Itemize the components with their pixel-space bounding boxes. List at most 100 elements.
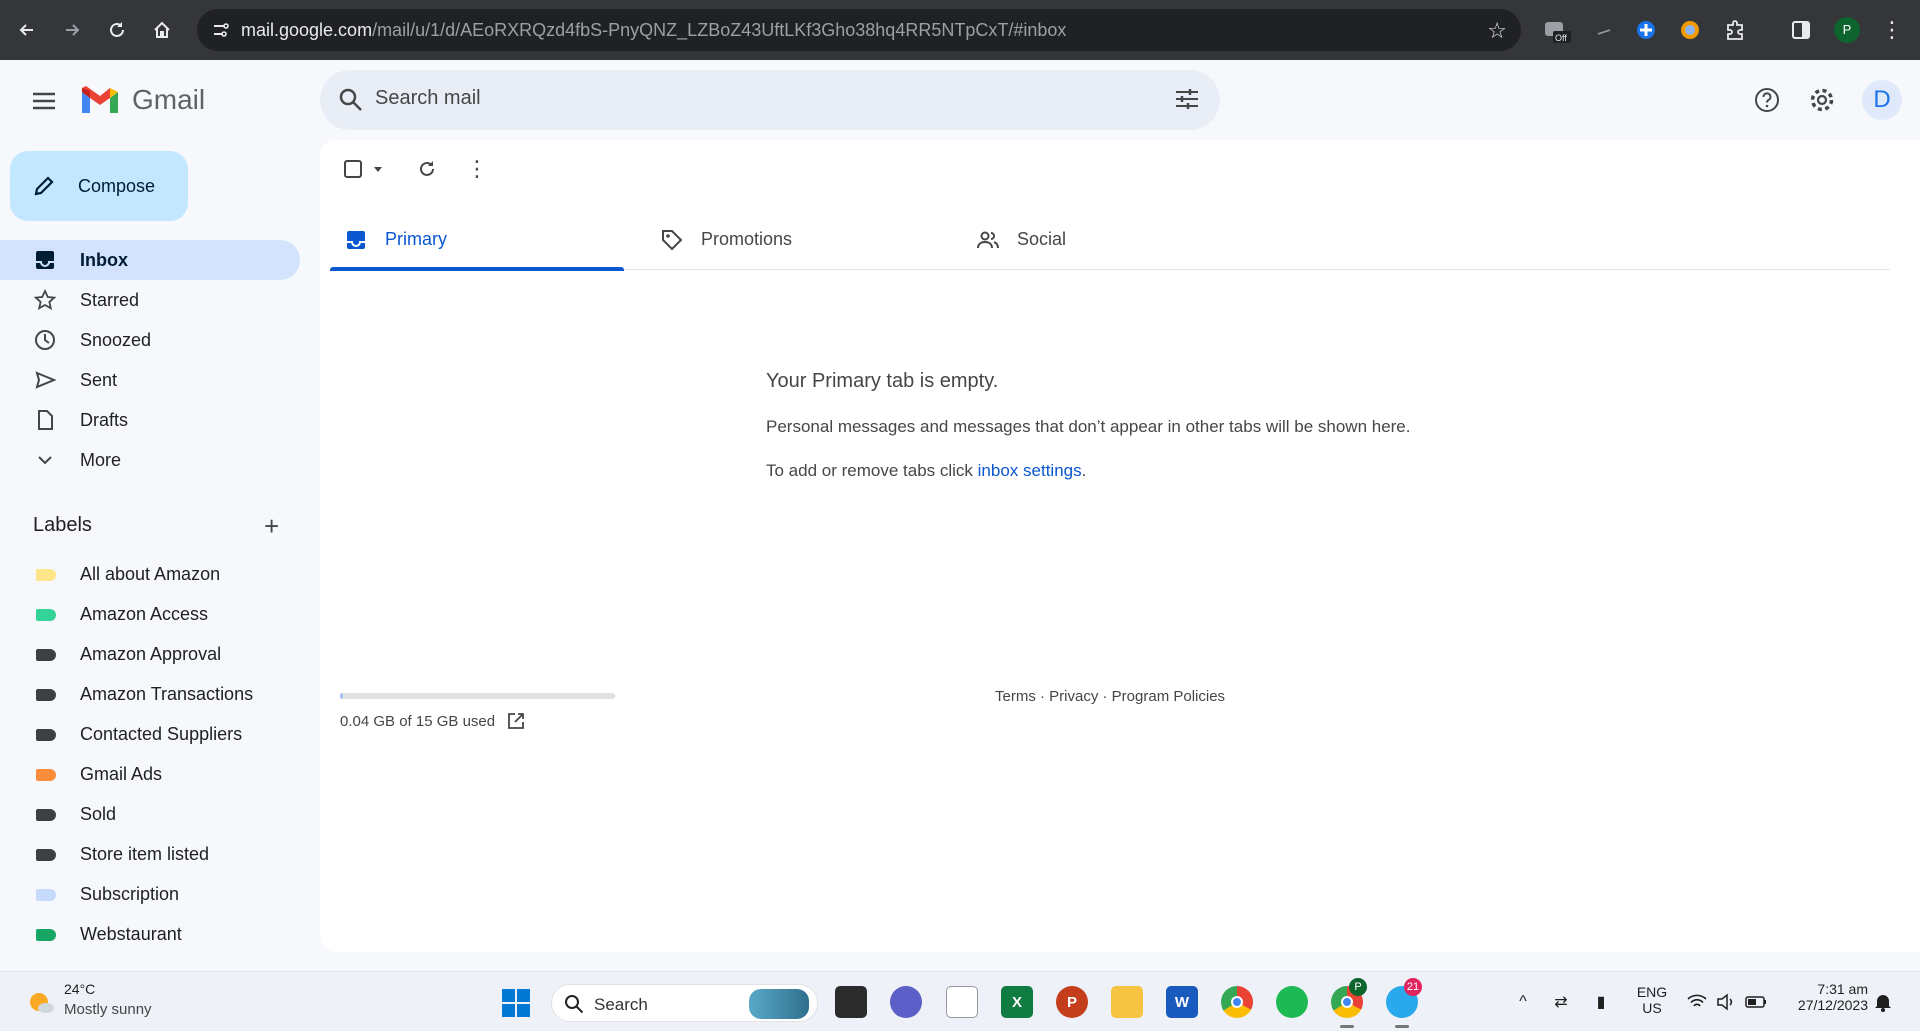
label-item[interactable]: Amazon Transactions: [0, 675, 300, 715]
teams-chat-icon[interactable]: [890, 986, 922, 1018]
url-text: mail.google.com/mail/u/1/d/AEoRXRQzd4fbS…: [241, 20, 1067, 40]
file-explorer-icon[interactable]: [1111, 986, 1143, 1018]
label-item[interactable]: Store item listed: [0, 835, 300, 875]
label-item[interactable]: All about Amazon: [0, 555, 300, 595]
label-item[interactable]: Webstaurant: [0, 915, 300, 955]
task-view-icon[interactable]: [835, 986, 867, 1018]
excel-icon[interactable]: X: [1001, 986, 1033, 1018]
label-name: Subscription: [80, 884, 180, 904]
clock-date: 27/12/2023: [1797, 997, 1868, 1013]
search-options-icon[interactable]: [1174, 86, 1200, 112]
powerpoint-icon[interactable]: P: [1056, 986, 1088, 1018]
inbox-settings-link[interactable]: inbox settings: [978, 461, 1082, 480]
active-app-indicator: [1340, 1025, 1354, 1028]
label-tag-icon: [36, 569, 56, 581]
windows-start-icon[interactable]: [501, 988, 531, 1018]
tab-label: Primary: [385, 229, 447, 249]
label-item[interactable]: Gmail Ads: [0, 755, 300, 795]
footer-links[interactable]: Terms · Privacy · Program Policies: [995, 688, 1225, 705]
star-icon: [33, 288, 57, 312]
label-item[interactable]: Amazon Access: [0, 595, 300, 635]
show-hidden-icons-chevron-icon[interactable]: ^: [1512, 991, 1534, 1013]
label-item[interactable]: Amazon Approval: [0, 635, 300, 675]
browser-toolbar: mail.google.com/mail/u/1/d/AEoRXRQzd4fbS…: [0, 0, 1920, 60]
empty-state-message: Personal messages and messages that don’…: [766, 417, 1411, 436]
weather-sun-icon[interactable]: [26, 987, 56, 1017]
reload-icon[interactable]: [102, 15, 132, 45]
main-menu-icon[interactable]: [30, 87, 58, 115]
extension-arrow-icon[interactable]: [1590, 16, 1618, 44]
storage-usage-fill: [340, 693, 343, 699]
sidebar-item-label: Starred: [80, 289, 140, 310]
chrome-icon[interactable]: [1221, 986, 1253, 1018]
search-input[interactable]: Search mail: [375, 87, 481, 110]
select-all-checkbox[interactable]: [340, 156, 366, 182]
address-bar[interactable]: mail.google.com/mail/u/1/d/AEoRXRQzd4fbS…: [197, 9, 1521, 51]
label-name: Amazon Approval: [80, 644, 222, 664]
site-info-icon[interactable]: [211, 20, 231, 40]
chevron-down-icon: [33, 448, 57, 472]
active-tab-indicator: [330, 267, 624, 271]
sidebar-item-inbox[interactable]: Inbox: [0, 240, 300, 280]
tray-app-icon[interactable]: ▮: [1590, 991, 1612, 1013]
home-icon[interactable]: [147, 15, 177, 45]
notification-bell-icon[interactable]: [1872, 991, 1894, 1013]
search-bar[interactable]: Search mail: [320, 70, 1220, 130]
search-icon[interactable]: [338, 87, 364, 113]
weather-description[interactable]: Mostly sunny: [64, 1001, 152, 1018]
open-external-icon[interactable]: [506, 711, 526, 731]
label-item[interactable]: Subscription: [0, 875, 300, 915]
sidebar-item-snoozed[interactable]: Snoozed: [0, 320, 300, 360]
chrome-menu-icon[interactable]: ⋮: [1878, 16, 1906, 44]
sidebar-item-label: More: [80, 449, 122, 470]
sidebar-item-sent[interactable]: Sent: [0, 360, 300, 400]
select-dropdown-icon[interactable]: [365, 156, 391, 182]
more-options-icon[interactable]: ⋮: [464, 156, 490, 182]
people-icon: [977, 231, 999, 249]
account-avatar[interactable]: D: [1862, 80, 1902, 120]
extension-blue-icon[interactable]: [1632, 16, 1660, 44]
forward-icon[interactable]: [57, 15, 87, 45]
profile-avatar[interactable]: P: [1833, 16, 1861, 44]
settings-gear-icon[interactable]: [1804, 82, 1840, 118]
clock[interactable]: 7:31 am 27/12/2023: [1782, 981, 1868, 1013]
taskbar-search[interactable]: Search: [551, 984, 818, 1022]
extension-orange-icon[interactable]: [1676, 16, 1704, 44]
tab-primary[interactable]: Primary: [330, 210, 624, 271]
gmail-wordmark[interactable]: Gmail: [132, 84, 205, 116]
wifi-icon[interactable]: [1686, 991, 1708, 1013]
weather-temperature[interactable]: 24°C: [64, 981, 95, 997]
gmail-logo-icon[interactable]: [80, 85, 120, 115]
language-indicator[interactable]: ENG US: [1634, 984, 1670, 1016]
sync-arrows-icon[interactable]: ⇄: [1550, 991, 1572, 1013]
tab-promotions[interactable]: Promotions: [646, 210, 940, 270]
volume-icon[interactable]: [1715, 991, 1737, 1013]
label-name: Contacted Suppliers: [80, 724, 243, 744]
extensions-puzzle-icon[interactable]: [1721, 16, 1749, 44]
compose-button[interactable]: Compose: [10, 151, 188, 221]
storage-usage-bar: [340, 693, 615, 699]
sidebar-item-label: Drafts: [80, 409, 129, 430]
app-running-indicator: [1395, 1025, 1409, 1028]
refresh-icon[interactable]: [414, 156, 440, 182]
label-item[interactable]: Sold: [0, 795, 300, 835]
main-panel: ⋮ Primary Promotions Social Your Primary…: [320, 140, 1920, 952]
sidebar-item-more[interactable]: More: [0, 440, 300, 480]
telegram-unread-badge: 21: [1404, 978, 1422, 996]
side-panel-icon[interactable]: [1787, 16, 1815, 44]
sidebar-item-drafts[interactable]: Drafts: [0, 400, 300, 440]
help-icon[interactable]: [1749, 82, 1785, 118]
notepad-file-icon[interactable]: [946, 986, 978, 1018]
bookmark-star-icon[interactable]: ☆: [1487, 18, 1507, 44]
back-icon[interactable]: [12, 15, 42, 45]
sidebar-item-starred[interactable]: Starred: [0, 280, 300, 320]
label-tag-icon: [36, 889, 56, 901]
tab-social[interactable]: Social: [962, 210, 1256, 270]
spotify-icon[interactable]: [1276, 986, 1308, 1018]
battery-icon[interactable]: [1745, 991, 1767, 1013]
label-name: Store item listed: [80, 844, 210, 864]
label-item[interactable]: Contacted Suppliers: [0, 715, 300, 755]
add-label-icon[interactable]: +: [264, 512, 279, 540]
word-icon[interactable]: W: [1166, 986, 1198, 1018]
extension-off-icon[interactable]: Off: [1543, 16, 1571, 44]
